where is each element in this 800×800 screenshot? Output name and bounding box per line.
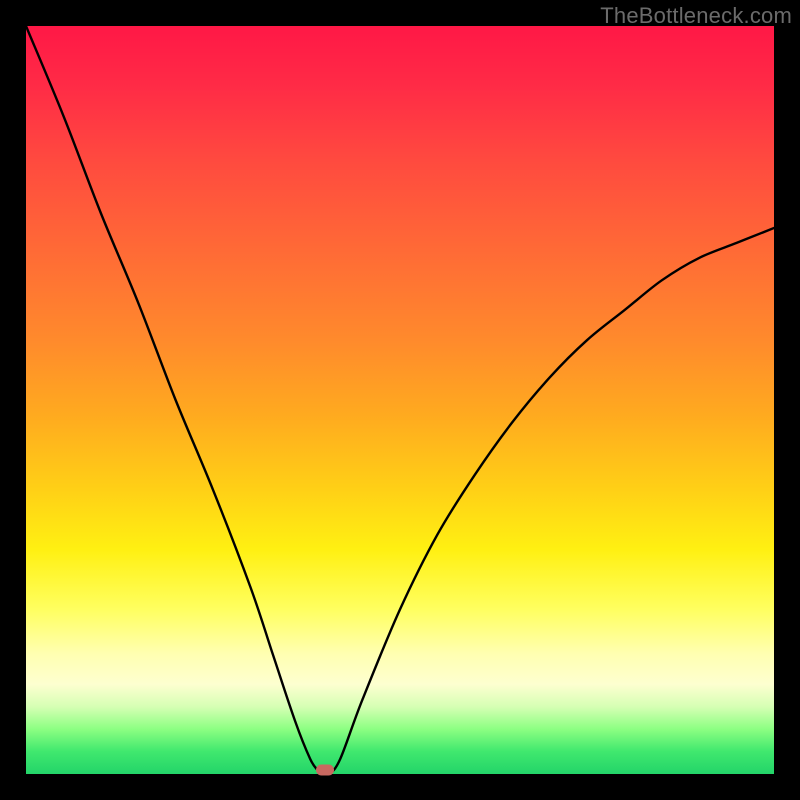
plot-area — [26, 26, 774, 774]
watermark-text: TheBottleneck.com — [600, 3, 792, 29]
optimal-point-marker — [316, 765, 334, 776]
bottleneck-curve — [26, 26, 774, 774]
chart-frame: TheBottleneck.com — [0, 0, 800, 800]
